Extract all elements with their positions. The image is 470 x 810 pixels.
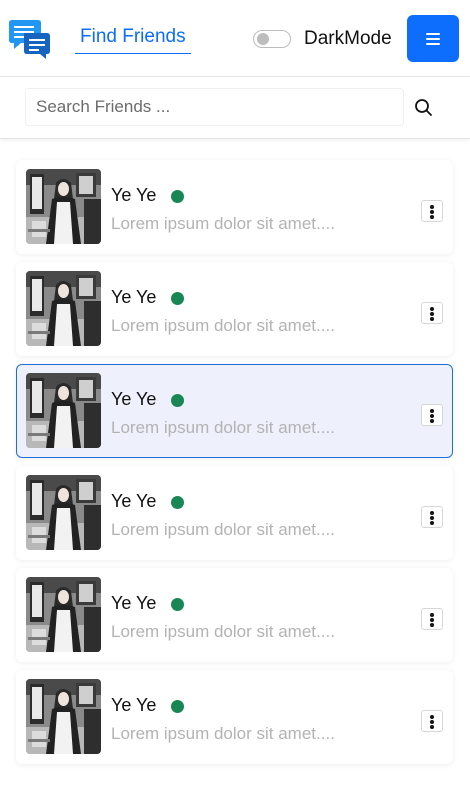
last-message-preview: Lorem ipsum dolor sit amet.... [111, 418, 335, 437]
avatar-image [26, 679, 101, 754]
more-options-button[interactable] [421, 200, 443, 222]
more-options-button[interactable] [421, 506, 443, 528]
avatar-image [26, 373, 101, 448]
friend-card[interactable]: Ye Ye Lorem ipsum dolor sit amet.... [16, 670, 453, 764]
friend-name: Ye Ye [111, 593, 157, 613]
friend-name: Ye Ye [111, 287, 157, 307]
chat-bubbles-icon[interactable] [9, 18, 51, 60]
online-status-dot [171, 190, 184, 203]
online-status-dot [171, 394, 184, 407]
last-message-preview: Lorem ipsum dolor sit amet.... [111, 520, 335, 539]
avatar [26, 679, 101, 754]
avatar [26, 169, 101, 244]
search-input[interactable] [25, 88, 404, 126]
avatar [26, 271, 101, 346]
online-status-dot [171, 496, 184, 509]
avatar-image [26, 271, 101, 346]
find-friends-link[interactable]: Find Friends [75, 25, 191, 54]
avatar [26, 373, 101, 448]
friend-name: Ye Ye [111, 185, 157, 205]
online-status-dot [171, 598, 184, 611]
avatar-image [26, 475, 101, 550]
menu-button[interactable] [407, 15, 459, 62]
dark-mode-switch: DarkMode [253, 28, 392, 50]
friend-name: Ye Ye [111, 389, 157, 409]
friend-card[interactable]: Ye Ye Lorem ipsum dolor sit amet.... [16, 364, 453, 458]
more-options-button[interactable] [421, 710, 443, 732]
last-message-preview: Lorem ipsum dolor sit amet.... [111, 724, 335, 743]
dark-mode-label: DarkMode [304, 28, 392, 49]
more-options-button[interactable] [421, 404, 443, 426]
avatar-image [26, 169, 101, 244]
friend-card[interactable]: Ye Ye Lorem ipsum dolor sit amet.... [16, 568, 453, 662]
search-bar [0, 77, 470, 139]
more-options-button[interactable] [421, 302, 443, 324]
last-message-preview: Lorem ipsum dolor sit amet.... [111, 622, 335, 641]
avatar-image [26, 577, 101, 652]
avatar [26, 577, 101, 652]
more-options-button[interactable] [421, 608, 443, 630]
avatar [26, 475, 101, 550]
navbar: Find Friends DarkMode [0, 0, 470, 77]
friend-name: Ye Ye [111, 695, 157, 715]
last-message-preview: Lorem ipsum dolor sit amet.... [111, 214, 335, 233]
friend-card[interactable]: Ye Ye Lorem ipsum dolor sit amet.... [16, 466, 453, 560]
friend-card[interactable]: Ye Ye Lorem ipsum dolor sit amet.... [16, 160, 453, 254]
friend-name: Ye Ye [111, 491, 157, 511]
toggle-knob [257, 33, 269, 45]
online-status-dot [171, 292, 184, 305]
last-message-preview: Lorem ipsum dolor sit amet.... [111, 316, 335, 335]
friend-card[interactable]: Ye Ye Lorem ipsum dolor sit amet.... [16, 262, 453, 356]
dark-mode-toggle[interactable] [253, 30, 291, 48]
online-status-dot [171, 700, 184, 713]
search-icon[interactable] [414, 98, 434, 118]
